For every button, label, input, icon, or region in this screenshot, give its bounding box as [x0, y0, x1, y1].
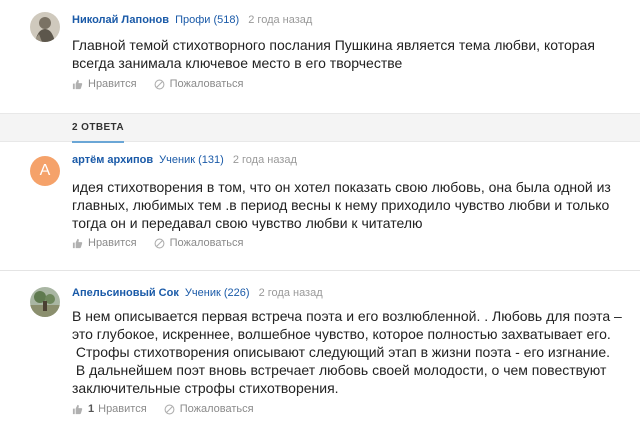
complain-button[interactable]: Пожаловаться [154, 77, 244, 91]
answer-meta: артём архипов Ученик (131) 2 года назад [72, 153, 297, 167]
thumbs-up-icon [72, 404, 83, 414]
like-count: 1 [88, 403, 95, 415]
author-name[interactable]: Николай Лапонов [72, 14, 169, 26]
thumbs-up-icon [72, 79, 83, 89]
question-post: Николай Лапонов Профи (518) 2 года назад… [0, 0, 640, 113]
timestamp: 2 года назад [248, 14, 313, 26]
question-meta: Николай Лапонов Профи (518) 2 года назад [72, 13, 312, 27]
author-name[interactable]: Апельсиновый Сок [72, 287, 179, 299]
post-actions: Нравится Пожаловаться [72, 236, 257, 253]
answer-text: В нем описывается первая встреча поэта и… [72, 308, 622, 396]
post-actions: Нравится Пожаловаться [72, 77, 257, 94]
complain-button[interactable]: Пожаловаться [154, 236, 244, 250]
tab-answers[interactable]: 2 ОТВЕТА [72, 114, 125, 143]
like-button[interactable]: Нравится [72, 77, 137, 91]
answers-header: 2 ОТВЕТА [0, 113, 640, 143]
complain-button[interactable]: Пожаловаться [164, 402, 254, 416]
like-label: Нравится [88, 78, 137, 90]
report-icon [164, 404, 175, 414]
answer-post: Апельсиновый Сок Ученик (226) 2 года наз… [0, 271, 640, 434]
avatar[interactable]: А [30, 156, 60, 186]
answer-post: А артём архипов Ученик (131) 2 года наза… [0, 142, 640, 268]
avatar[interactable] [30, 12, 60, 42]
like-label: Нравится [88, 237, 137, 249]
author-name[interactable]: артём архипов [72, 154, 153, 166]
like-label: Нравится [98, 403, 147, 415]
complain-label: Пожаловаться [169, 78, 244, 90]
like-button[interactable]: 1 Нравится [72, 402, 147, 416]
question-text: Главной темой стихотворного послания Пуш… [72, 37, 595, 71]
thumbs-up-icon [72, 238, 83, 248]
answer-meta: Апельсиновый Сок Ученик (226) 2 года наз… [72, 286, 323, 300]
avatar[interactable] [30, 287, 60, 317]
post-actions: 1 Нравится Пожаловаться [72, 402, 268, 419]
complain-label: Пожаловаться [179, 403, 254, 415]
author-rank[interactable]: Ученик (131) [159, 154, 224, 166]
author-rank[interactable]: Профи (518) [175, 14, 239, 26]
timestamp: 2 года назад [232, 154, 297, 166]
report-icon [154, 238, 165, 248]
answer-text: идея стихотворения в том, что он хотел п… [72, 179, 611, 231]
like-button[interactable]: Нравится [72, 236, 137, 250]
report-icon [154, 79, 165, 89]
complain-label: Пожаловаться [169, 237, 244, 249]
timestamp: 2 года назад [258, 287, 323, 299]
author-rank[interactable]: Ученик (226) [185, 287, 250, 299]
